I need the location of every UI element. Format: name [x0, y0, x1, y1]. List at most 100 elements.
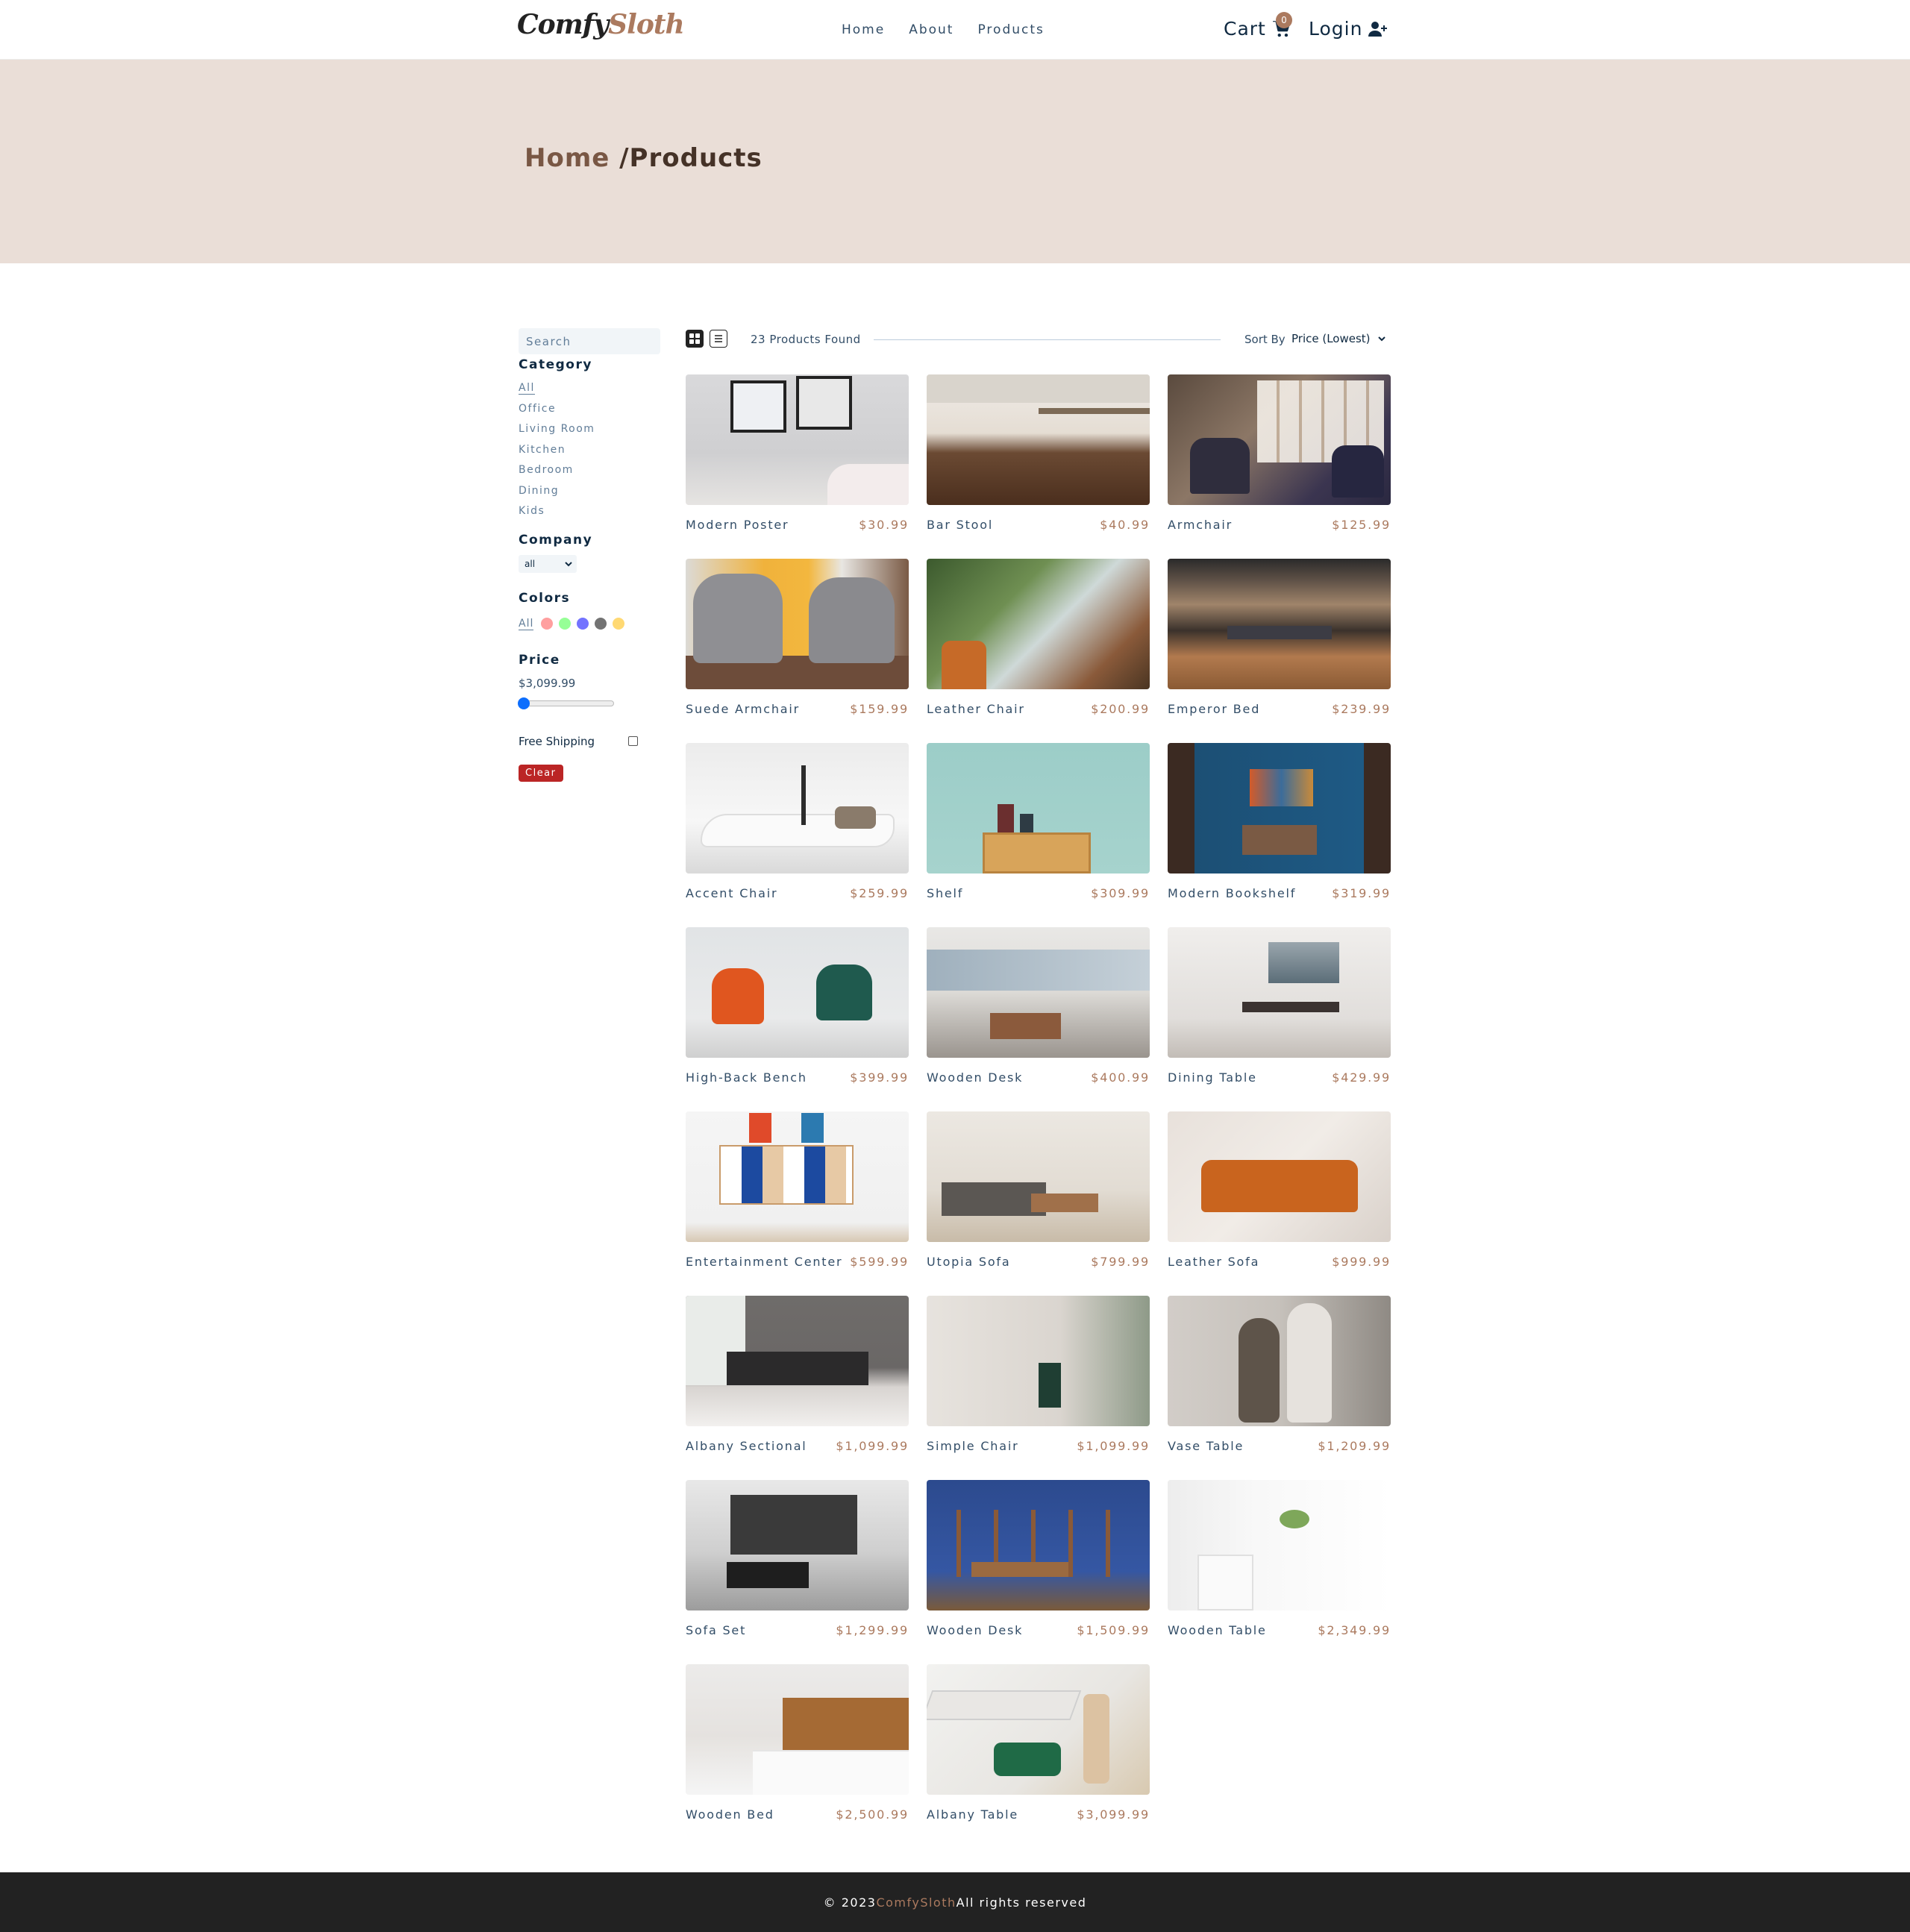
price-slider[interactable] [518, 697, 614, 709]
cart-label: Cart [1224, 18, 1266, 40]
product-image [927, 1664, 1150, 1795]
product-card[interactable]: Modern Poster $30.99 [686, 374, 909, 559]
product-image [686, 1664, 909, 1795]
product-name: Albany Table [927, 1807, 1019, 1822]
category-kitchen[interactable]: Kitchen [519, 443, 660, 464]
product-name: Wooden Bed [686, 1807, 774, 1822]
product-price: $200.99 [1091, 702, 1150, 716]
product-image [927, 927, 1150, 1058]
product-name: Dining Table [1168, 1070, 1257, 1085]
product-card[interactable]: Wooden Table $2,349.99 [1168, 1480, 1391, 1664]
product-price: $2,500.99 [836, 1807, 909, 1822]
price-slider-knob[interactable] [518, 697, 530, 709]
product-card[interactable]: Sofa Set $1,299.99 [686, 1480, 909, 1664]
product-card[interactable]: Bar Stool $40.99 [927, 374, 1150, 559]
product-card[interactable]: Armchair $125.99 [1168, 374, 1391, 559]
product-card[interactable]: Wooden Desk $1,509.99 [927, 1480, 1150, 1664]
breadcrumb: Home /Products [525, 143, 763, 173]
product-name: Entertainment Center [686, 1255, 843, 1269]
product-card[interactable]: Albany Sectional $1,099.99 [686, 1296, 909, 1480]
sort-label: Sort By [1244, 333, 1286, 346]
clear-filters-button[interactable]: Clear [519, 764, 563, 782]
product-image [1168, 927, 1391, 1058]
product-card[interactable]: Dining Table $429.99 [1168, 927, 1391, 1111]
product-name: Simple Chair [927, 1439, 1019, 1453]
product-card[interactable]: Leather Chair $200.99 [927, 559, 1150, 743]
footer-brand: ComfySloth [876, 1895, 956, 1910]
product-name: Wooden Table [1168, 1623, 1267, 1637]
category-kids[interactable]: Kids [519, 504, 660, 525]
sort-select[interactable]: Price (Lowest) [1291, 332, 1385, 345]
navbar: ComfySloth Home About Products Cart 0 Lo… [0, 0, 1910, 60]
cart-button[interactable]: Cart 0 [1224, 12, 1292, 40]
product-image [927, 743, 1150, 874]
product-image [927, 1480, 1150, 1610]
color-swatch-red[interactable] [541, 618, 554, 630]
color-swatch-yellow[interactable] [613, 618, 625, 630]
product-card[interactable]: Leather Sofa $999.99 [1168, 1111, 1391, 1296]
chevron-down-icon [1377, 336, 1385, 342]
product-price: $259.99 [850, 886, 909, 900]
search-input[interactable] [519, 328, 660, 354]
product-card[interactable]: Emperor Bed $239.99 [1168, 559, 1391, 743]
product-price: $1,509.99 [1077, 1623, 1150, 1637]
product-card[interactable]: Wooden Bed $2,500.99 [686, 1664, 909, 1848]
product-name: Leather Sofa [1168, 1255, 1260, 1269]
product-image [927, 1111, 1150, 1242]
product-image [1168, 743, 1391, 874]
products-found-count: 23 Products Found [751, 333, 861, 346]
product-name: Leather Chair [927, 702, 1025, 716]
product-card[interactable]: Entertainment Center $599.99 [686, 1111, 909, 1296]
product-card[interactable]: High-Back Bench $399.99 [686, 927, 909, 1111]
free-shipping-checkbox[interactable] [628, 736, 638, 746]
breadcrumb-home-link[interactable]: Home [525, 143, 619, 173]
product-price: $599.99 [850, 1255, 909, 1269]
color-swatch-green[interactable] [559, 618, 572, 630]
nav-link-home[interactable]: Home [842, 22, 885, 37]
category-bedroom[interactable]: Bedroom [519, 463, 660, 484]
product-name: Utopia Sofa [927, 1255, 1011, 1269]
chevron-down-icon [565, 561, 572, 566]
product-image [686, 559, 909, 689]
logo[interactable]: ComfySloth [517, 9, 685, 40]
product-card[interactable]: Simple Chair $1,099.99 [927, 1296, 1150, 1480]
color-swatch-black[interactable] [595, 618, 607, 630]
category-all[interactable]: All [519, 381, 660, 402]
list-view-button[interactable] [710, 330, 727, 348]
free-shipping-label: Free Shipping [519, 734, 595, 748]
product-name: Suede Armchair [686, 702, 801, 716]
product-name: Vase Table [1168, 1439, 1244, 1453]
product-image [927, 1296, 1150, 1426]
product-card[interactable]: Utopia Sofa $799.99 [927, 1111, 1150, 1296]
product-card[interactable]: Shelf $309.99 [927, 743, 1150, 927]
category-living-room[interactable]: Living Room [519, 422, 660, 443]
product-name: Wooden Desk [927, 1623, 1024, 1637]
product-name: Shelf [927, 886, 964, 900]
login-button[interactable]: Login [1309, 18, 1388, 40]
company-select[interactable]: all [519, 554, 577, 573]
cart-count-badge: 0 [1276, 12, 1292, 28]
product-card[interactable]: Wooden Desk $400.99 [927, 927, 1150, 1111]
category-dining[interactable]: Dining [519, 484, 660, 505]
product-card[interactable]: Modern Bookshelf $319.99 [1168, 743, 1391, 927]
product-name: Armchair [1168, 518, 1233, 532]
color-swatch-blue[interactable] [577, 618, 589, 630]
product-price: $3,099.99 [1077, 1807, 1150, 1822]
color-all[interactable]: All [519, 618, 534, 630]
nav-link-products[interactable]: Products [977, 22, 1044, 37]
product-card[interactable]: Vase Table $1,209.99 [1168, 1296, 1391, 1480]
product-image [686, 1480, 909, 1610]
product-card[interactable]: Suede Armchair $159.99 [686, 559, 909, 743]
grid-view-button[interactable] [686, 330, 704, 348]
company-heading: Company [519, 532, 593, 548]
footer-copyright: © 2023 [823, 1895, 877, 1910]
nav-link-about[interactable]: About [909, 22, 954, 37]
product-name: Modern Bookshelf [1168, 886, 1297, 900]
product-price: $239.99 [1332, 702, 1391, 716]
filters-panel: Category All Office Living Room Kitchen … [518, 328, 660, 782]
product-card[interactable]: Albany Table $3,099.99 [927, 1664, 1150, 1848]
category-office[interactable]: Office [519, 402, 660, 423]
product-card[interactable]: Accent Chair $259.99 [686, 743, 909, 927]
product-image [927, 559, 1150, 689]
logo-text-comfy: Comfy [517, 9, 609, 40]
